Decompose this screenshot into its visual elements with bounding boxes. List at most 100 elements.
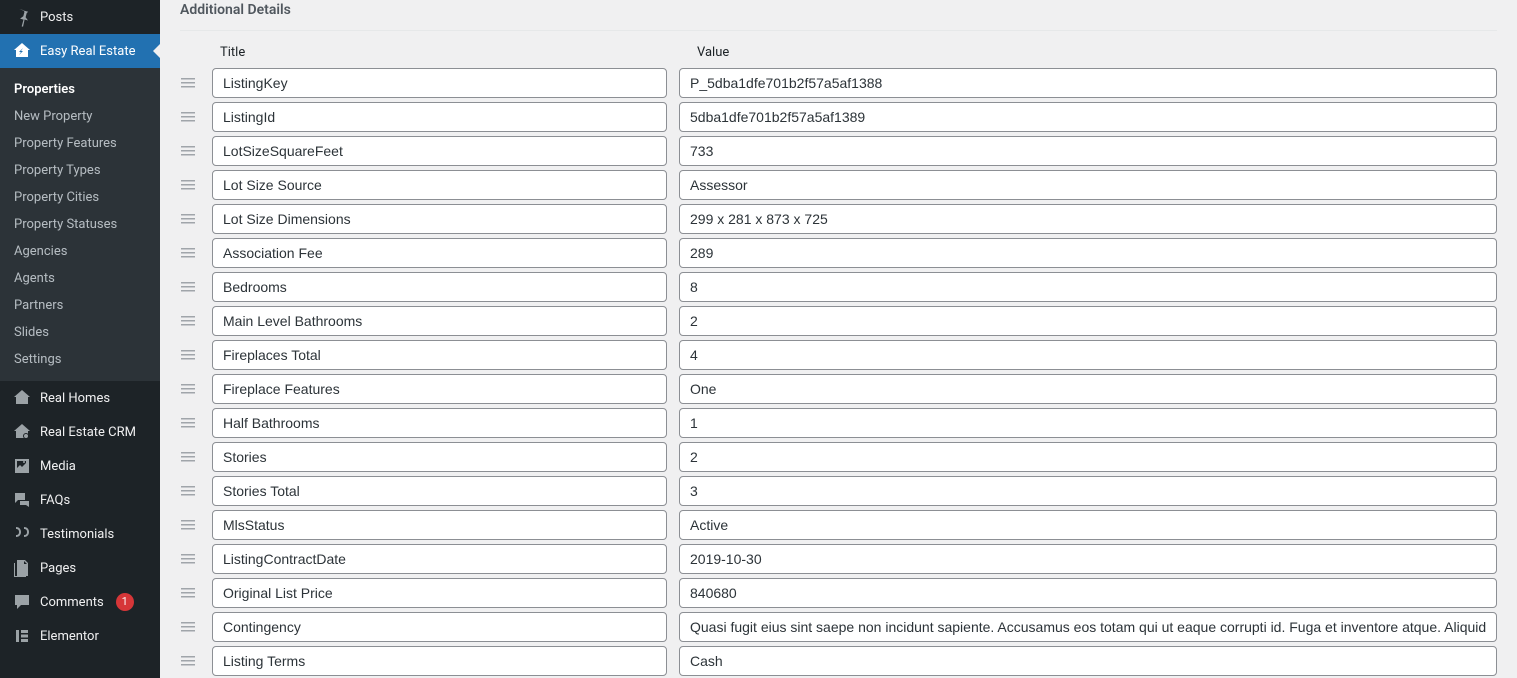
drag-handle-icon[interactable] — [180, 585, 200, 601]
value-input[interactable] — [679, 102, 1497, 132]
app-root: Posts Easy Real Estate PropertiesNew Prop… — [0, 0, 1517, 678]
drag-handle-icon[interactable] — [180, 313, 200, 329]
detail-row — [180, 100, 1497, 134]
drag-handle-icon[interactable] — [180, 551, 200, 567]
quotes-icon — [12, 524, 32, 544]
submenu-easy-real-estate: PropertiesNew PropertyProperty FeaturesP… — [0, 68, 160, 381]
sidebar-item-faqs[interactable]: FAQs — [0, 483, 160, 517]
title-input[interactable] — [212, 374, 667, 404]
title-input[interactable] — [212, 204, 667, 234]
submenu-item-settings[interactable]: Settings — [0, 346, 160, 373]
drag-handle-icon[interactable] — [180, 381, 200, 397]
submenu-item-property-types[interactable]: Property Types — [0, 157, 160, 184]
value-input[interactable] — [679, 374, 1497, 404]
sidebar-item-real-homes[interactable]: Real Homes — [0, 381, 160, 415]
title-input[interactable] — [212, 306, 667, 336]
drag-handle-icon[interactable] — [180, 109, 200, 125]
title-input[interactable] — [212, 612, 667, 642]
submenu-item-slides[interactable]: Slides — [0, 319, 160, 346]
value-input[interactable] — [679, 612, 1497, 642]
title-input[interactable] — [212, 238, 667, 268]
value-input[interactable] — [679, 476, 1497, 506]
drag-handle-icon[interactable] — [180, 279, 200, 295]
submenu-item-agents[interactable]: Agents — [0, 265, 160, 292]
sidebar-item-label: Pages — [40, 561, 76, 576]
additional-details-table: Title Value — [180, 30, 1497, 678]
drag-handle-icon[interactable] — [180, 619, 200, 635]
pin-icon — [12, 7, 32, 27]
drag-handle-icon[interactable] — [180, 483, 200, 499]
value-input[interactable] — [679, 238, 1497, 268]
sidebar-item-real-estate-crm[interactable]: Real Estate CRM — [0, 415, 160, 449]
title-input[interactable] — [212, 442, 667, 472]
title-input[interactable] — [212, 544, 667, 574]
title-input[interactable] — [212, 136, 667, 166]
detail-row — [180, 508, 1497, 542]
title-input[interactable] — [212, 510, 667, 540]
detail-row — [180, 66, 1497, 100]
detail-row — [180, 304, 1497, 338]
sidebar-item-label: Easy Real Estate — [40, 44, 135, 59]
detail-row — [180, 202, 1497, 236]
column-header-title: Title — [220, 45, 675, 60]
submenu-item-property-statuses[interactable]: Property Statuses — [0, 211, 160, 238]
title-input[interactable] — [212, 170, 667, 200]
sidebar-item-posts[interactable]: Posts — [0, 0, 160, 34]
title-input[interactable] — [212, 408, 667, 438]
submenu-item-properties[interactable]: Properties — [0, 76, 160, 103]
value-input[interactable] — [679, 272, 1497, 302]
content-area: Additional Details Title Value — [160, 0, 1517, 678]
submenu-item-new-property[interactable]: New Property — [0, 103, 160, 130]
drag-handle-icon[interactable] — [180, 415, 200, 431]
sidebar-item-media[interactable]: Media — [0, 449, 160, 483]
detail-row — [180, 440, 1497, 474]
column-headers: Title Value — [180, 45, 1497, 60]
detail-row — [180, 644, 1497, 678]
submenu-item-property-features[interactable]: Property Features — [0, 130, 160, 157]
title-input[interactable] — [212, 578, 667, 608]
submenu-item-partners[interactable]: Partners — [0, 292, 160, 319]
value-input[interactable] — [679, 136, 1497, 166]
drag-handle-icon[interactable] — [180, 75, 200, 91]
value-input[interactable] — [679, 306, 1497, 336]
drag-handle-icon[interactable] — [180, 517, 200, 533]
sidebar-item-label: Comments — [40, 595, 104, 610]
detail-row — [180, 236, 1497, 270]
drag-handle-icon[interactable] — [180, 449, 200, 465]
submenu-item-property-cities[interactable]: Property Cities — [0, 184, 160, 211]
value-input[interactable] — [679, 408, 1497, 438]
drag-handle-icon[interactable] — [180, 347, 200, 363]
submenu-item-agencies[interactable]: Agencies — [0, 238, 160, 265]
detail-row — [180, 474, 1497, 508]
value-input[interactable] — [679, 646, 1497, 676]
detail-row — [180, 270, 1497, 304]
title-input[interactable] — [212, 102, 667, 132]
sidebar-item-testimonials[interactable]: Testimonials — [0, 517, 160, 551]
value-input[interactable] — [679, 170, 1497, 200]
sidebar-item-label: FAQs — [40, 493, 70, 508]
admin-sidebar: Posts Easy Real Estate PropertiesNew Prop… — [0, 0, 160, 678]
sidebar-item-comments[interactable]: Comments1 — [0, 585, 160, 619]
title-input[interactable] — [212, 68, 667, 98]
drag-handle-icon[interactable] — [180, 177, 200, 193]
value-input[interactable] — [679, 442, 1497, 472]
value-input[interactable] — [679, 204, 1497, 234]
title-input[interactable] — [212, 646, 667, 676]
title-input[interactable] — [212, 340, 667, 370]
value-input[interactable] — [679, 544, 1497, 574]
title-input[interactable] — [212, 272, 667, 302]
sidebar-item-pages[interactable]: Pages — [0, 551, 160, 585]
title-input[interactable] — [212, 476, 667, 506]
drag-handle-icon[interactable] — [180, 211, 200, 227]
media-icon — [12, 456, 32, 476]
sidebar-item-label: Elementor — [40, 629, 99, 644]
sidebar-item-elementor[interactable]: Elementor — [0, 619, 160, 653]
value-input[interactable] — [679, 68, 1497, 98]
value-input[interactable] — [679, 510, 1497, 540]
drag-handle-icon[interactable] — [180, 245, 200, 261]
sidebar-item-easy-real-estate[interactable]: Easy Real Estate — [0, 34, 160, 68]
drag-handle-icon[interactable] — [180, 653, 200, 669]
value-input[interactable] — [679, 578, 1497, 608]
value-input[interactable] — [679, 340, 1497, 370]
drag-handle-icon[interactable] — [180, 143, 200, 159]
